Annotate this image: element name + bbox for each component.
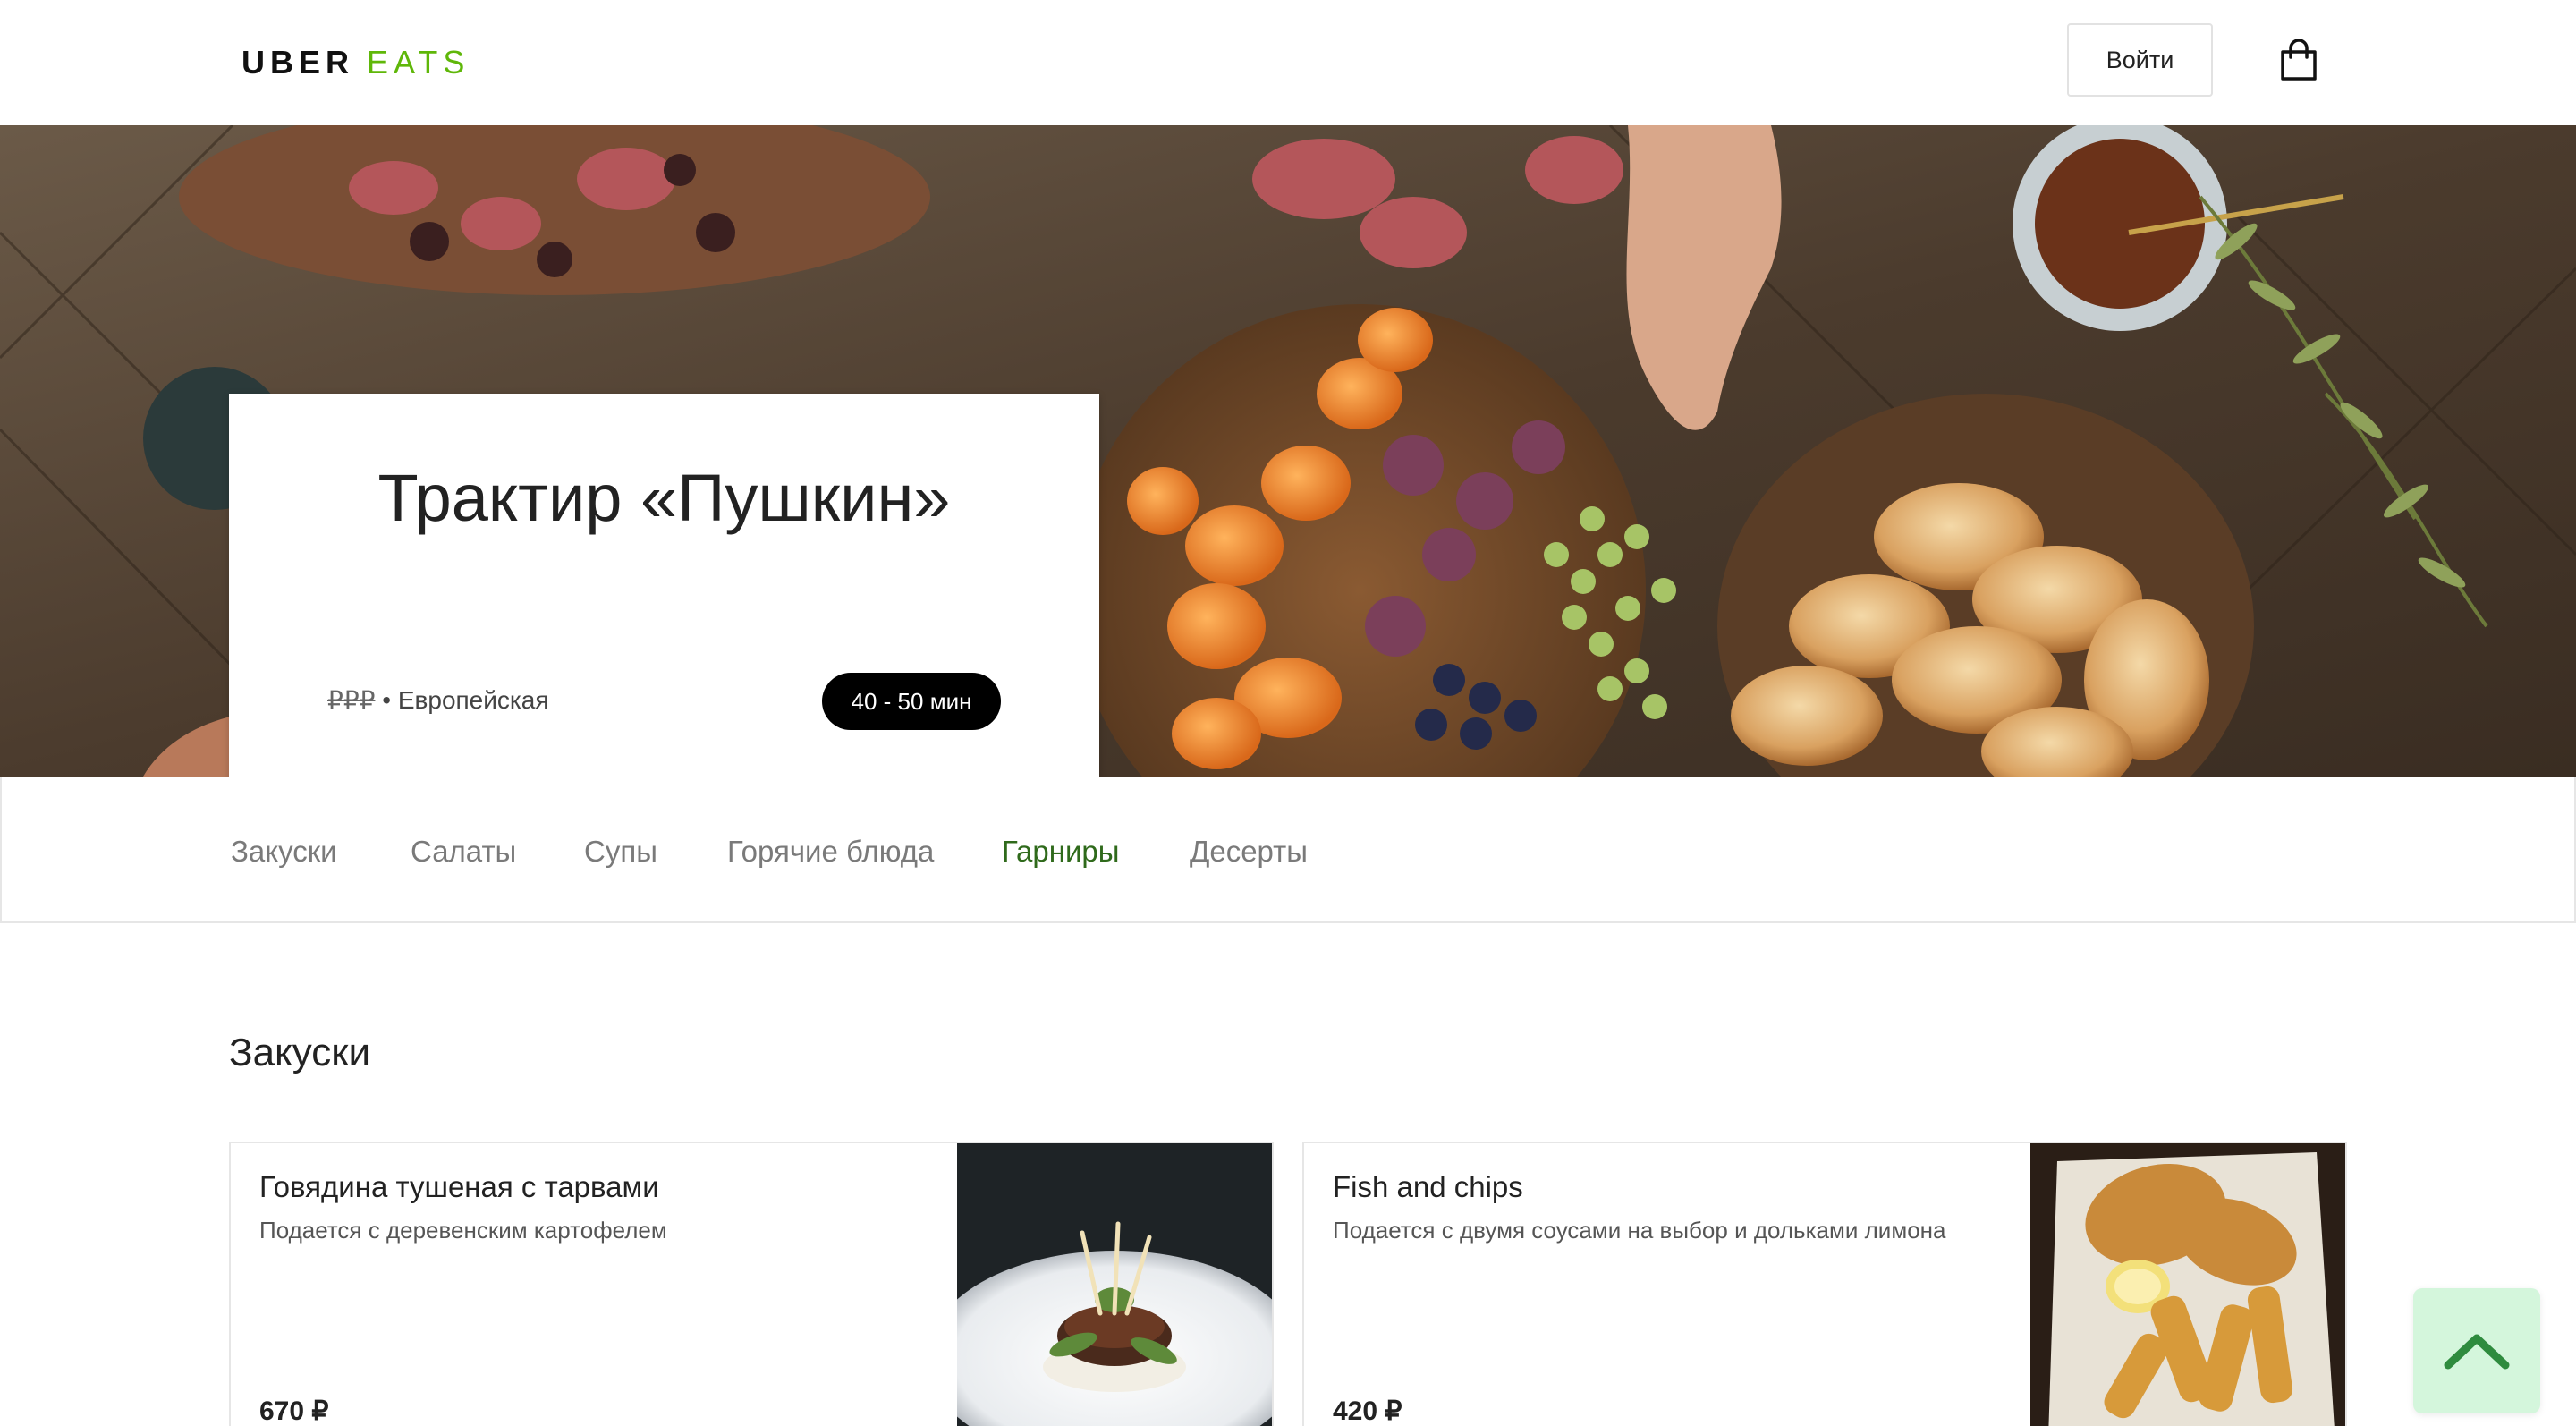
scroll-to-top-button[interactable] <box>2413 1288 2540 1413</box>
dish-price: 670 ₽ <box>259 1396 329 1426</box>
category-nav: Закуски Салаты Супы Горячие блюда Гарнир… <box>0 777 2576 923</box>
logo-uber-text: UBER <box>242 44 355 81</box>
meta-separator: • <box>382 686 392 714</box>
dish-price: 420 ₽ <box>1333 1396 1402 1426</box>
dish-card[interactable]: Fish and chips Подается с двумя соусами … <box>1302 1142 2347 1426</box>
dish-photo <box>2030 1143 2345 1426</box>
restaurant-info-card: Трактир «Пушкин» ₽₽₽ • Европейская 40 - … <box>229 394 1099 777</box>
restaurant-meta: ₽₽₽ • Европейская <box>327 685 549 715</box>
category-tab-goryachie-blyuda[interactable]: Горячие блюда <box>727 834 934 870</box>
dish-card[interactable]: Говядина тушеная с тарвами Подается с де… <box>229 1142 1274 1426</box>
section-title: Закуски <box>229 1031 371 1074</box>
uber-eats-logo[interactable]: UBER EATS <box>242 45 470 81</box>
beef-dish-image <box>957 1143 1272 1426</box>
dish-name: Fish and chips <box>1333 1170 1523 1203</box>
cuisine-label: Европейская <box>397 686 549 714</box>
hero-banner: Трактир «Пушкин» ₽₽₽ • Европейская 40 - … <box>0 125 2576 777</box>
dish-photo <box>957 1143 1272 1426</box>
fish-and-chips-image <box>2030 1143 2345 1426</box>
dish-name: Говядина тушеная с тарвами <box>259 1170 659 1203</box>
top-header: UBER EATS Войти <box>0 0 2576 125</box>
dish-description: Подается с двумя соусами на выбор и доль… <box>1333 1217 1946 1244</box>
dish-description: Подается с деревенским картофелем <box>259 1217 667 1244</box>
restaurant-name: Трактир «Пушкин» <box>377 461 951 535</box>
login-button[interactable]: Войти <box>2067 23 2213 97</box>
logo-eats-text: EATS <box>367 44 470 81</box>
category-tab-garniry[interactable]: Гарниры <box>1002 834 1119 870</box>
category-tab-salaty[interactable]: Салаты <box>411 834 516 870</box>
category-tab-deserty[interactable]: Десерты <box>1190 834 1308 870</box>
shopping-bag-icon[interactable] <box>2279 39 2318 82</box>
delivery-time-badge: 40 - 50 мин <box>822 673 1001 730</box>
price-level: ₽₽₽ <box>327 686 376 714</box>
chevron-up-icon <box>2444 1334 2510 1370</box>
category-tab-supy[interactable]: Супы <box>584 834 657 870</box>
category-tab-zakuski[interactable]: Закуски <box>231 834 337 870</box>
